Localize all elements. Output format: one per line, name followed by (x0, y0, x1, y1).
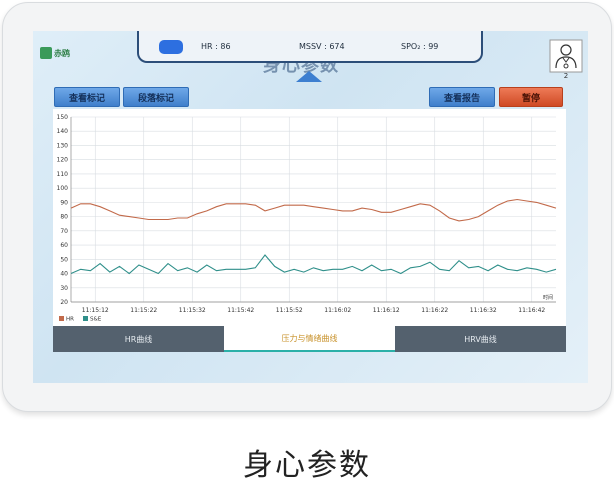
x-tick-label: 11:15:12 (82, 307, 109, 314)
msv-label: MSSV (299, 42, 322, 51)
y-tick-label: 110 (57, 171, 69, 178)
y-tick-label: 20 (60, 299, 68, 306)
spo2-label: SPO₂ (401, 42, 421, 51)
x-tick-label: 11:15:32 (179, 307, 206, 314)
tab-hr-curve[interactable]: HR曲线 (53, 326, 224, 352)
y-tick-label: 130 (57, 142, 69, 149)
app-screen: 赤鸥 身心参数 HR : 86 MSSV : 674 SPO₂ : 99 2 查… (33, 31, 588, 383)
pause-button[interactable]: 暂停 (499, 87, 563, 107)
y-tick-label: 60 (60, 242, 68, 249)
hr-label: HR (201, 42, 213, 51)
app-logo: 赤鸥 (40, 46, 70, 60)
y-tick-label: 150 (57, 114, 69, 121)
x-tick-label: 11:15:22 (130, 307, 157, 314)
msv-readout: MSSV : 674 (299, 42, 345, 51)
hr-se-chart: 20 30 40 50 60 70 80 90 100 110 120 130 140 150 11:15:… (53, 109, 566, 326)
legend-label: HR (66, 317, 74, 323)
x-tick-label: 11:16:22 (421, 307, 448, 314)
x-tick-label: 11:16:32 (470, 307, 497, 314)
y-tick-label: 120 (57, 157, 69, 164)
user-avatar-icon (549, 39, 583, 73)
y-tick-label: 140 (57, 128, 69, 135)
tab-hrv-curve[interactable]: HRV曲线 (395, 326, 566, 352)
segment-mark-button[interactable]: 段落标记 (123, 87, 189, 107)
tab-stress-emotion-curve[interactable]: 压力与情绪曲线 (224, 326, 395, 352)
y-tick-label: 30 (60, 285, 68, 292)
user-count: 2 (563, 72, 569, 80)
view-report-button[interactable]: 查看报告 (429, 87, 495, 107)
y-tick-label: 50 (60, 256, 68, 263)
y-tick-label: 100 (57, 185, 69, 192)
legend-label: S&E (90, 317, 102, 323)
x-tick-label: 11:16:42 (518, 307, 545, 314)
logo-icon (40, 47, 52, 59)
legend-swatch (83, 316, 88, 321)
view-marks-button[interactable]: 查看标记 (54, 87, 120, 107)
spo2-value: 99 (428, 42, 439, 51)
curve-tabs: HR曲线 压力与情绪曲线 HRV曲线 (53, 326, 566, 352)
user-account[interactable]: 2 (549, 39, 583, 80)
caption: 身心参数 (243, 448, 371, 483)
y-tick-label: 40 (60, 271, 68, 278)
legend-swatch (59, 316, 64, 321)
y-tick-label: 70 (60, 228, 68, 235)
x-tick-label: 11:15:42 (227, 307, 254, 314)
hr-readout: HR : 86 (201, 42, 231, 51)
collapse-arrow-icon[interactable] (296, 71, 322, 82)
x-tick-label: 11:16:02 (324, 307, 351, 314)
status-pill[interactable] (159, 40, 183, 54)
y-tick-label: 80 (60, 214, 68, 221)
x-axis-unit: 时间 (543, 294, 553, 301)
msv-value: 674 (329, 42, 345, 51)
x-tick-label: 11:16:12 (373, 307, 400, 314)
hr-value: 86 (220, 42, 231, 51)
y-tick-label: 90 (60, 199, 68, 206)
spo2-readout: SPO₂ : 99 (401, 42, 439, 51)
x-tick-label: 11:15:52 (276, 307, 303, 314)
logo-text: 赤鸥 (54, 48, 70, 58)
chart-canvas: 20 30 40 50 60 70 80 90 100 110 120 130 140 150 11:15:… (57, 114, 557, 323)
tablet-frame: 赤鸥 身心参数 HR : 86 MSSV : 674 SPO₂ : 99 2 查… (2, 2, 612, 412)
vitals-bar: HR : 86 MSSV : 674 SPO₂ : 99 (137, 31, 483, 63)
